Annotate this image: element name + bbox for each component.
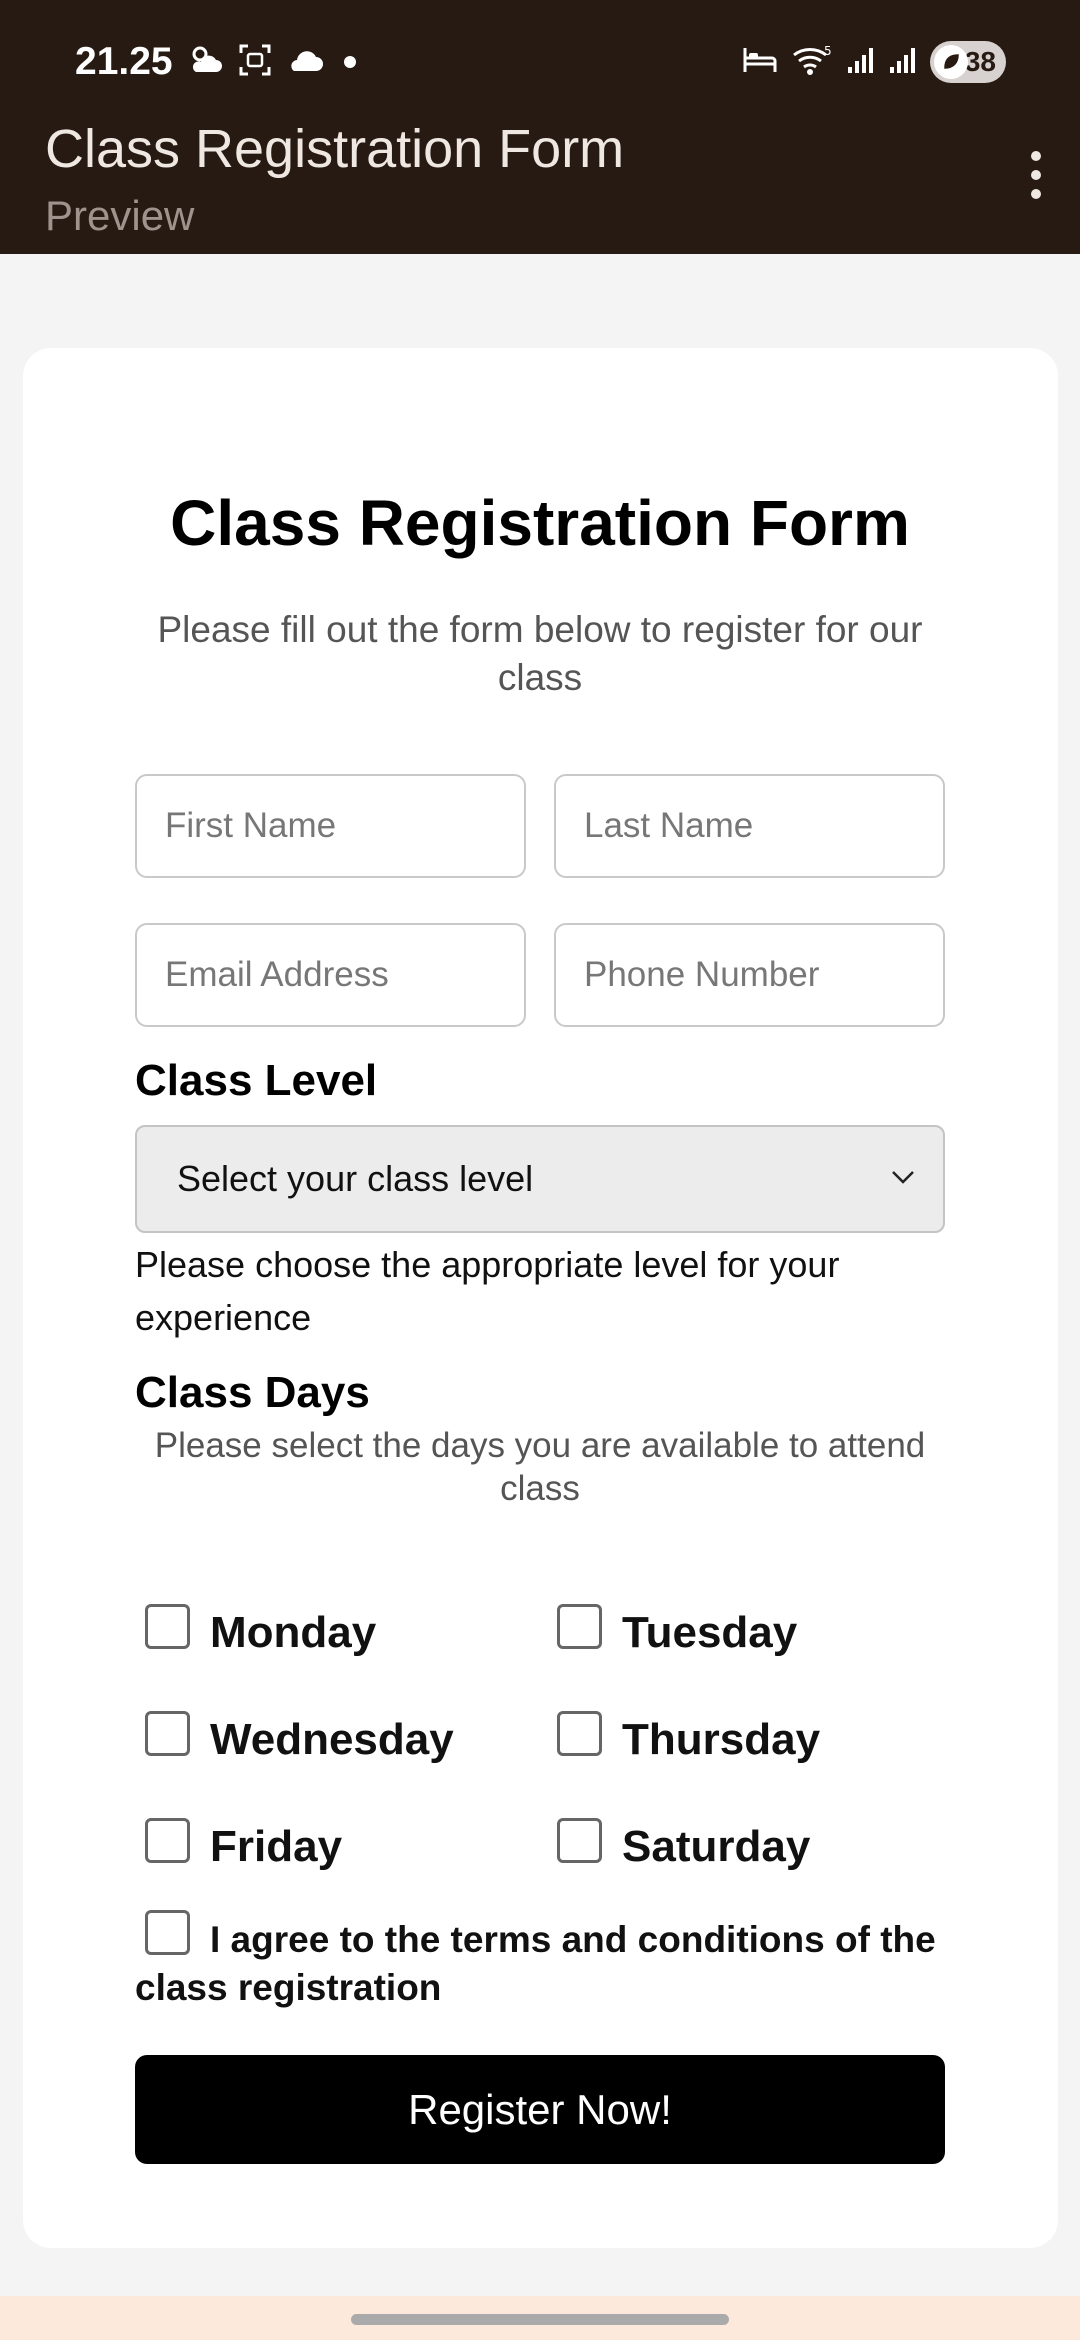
class-level-helper: Please choose the appropriate level for … xyxy=(135,1244,840,1338)
bed-icon xyxy=(742,44,778,81)
day-option-saturday[interactable]: Saturday xyxy=(557,1818,810,1874)
wifi-icon: 5 xyxy=(790,43,834,82)
class-days-helper: Please select the days you are available… xyxy=(154,1426,926,1508)
first-name-input[interactable] xyxy=(135,774,526,878)
terms-label[interactable]: I agree to the terms and conditions of t… xyxy=(135,1916,955,2012)
signal-icon xyxy=(846,45,876,80)
day-label: Saturday xyxy=(622,1822,811,1871)
class-level-select[interactable]: Select your class level xyxy=(135,1125,945,1233)
app-subtitle: Preview xyxy=(45,192,195,239)
status-time: 21.25 xyxy=(75,40,173,83)
day-label: Thursday xyxy=(622,1715,821,1764)
tuesday-checkbox[interactable] xyxy=(557,1604,602,1649)
register-button[interactable]: Register Now! xyxy=(135,2055,945,2164)
weather-icon xyxy=(188,44,224,81)
day-option-wednesday[interactable]: Wednesday xyxy=(145,1711,454,1767)
day-label: Friday xyxy=(210,1822,343,1871)
email-input[interactable] xyxy=(135,923,526,1027)
battery-saver-icon xyxy=(934,45,968,79)
day-option-monday[interactable]: Monday xyxy=(145,1604,376,1660)
cloud-icon xyxy=(286,47,324,78)
battery-indicator: 38 xyxy=(930,41,1006,83)
notification-dot-icon xyxy=(344,56,356,68)
last-name-input[interactable] xyxy=(554,774,945,878)
status-icons-right: 5 38 xyxy=(742,40,1006,84)
chevron-down-icon xyxy=(889,1168,917,1191)
phone-input[interactable] xyxy=(554,923,945,1027)
signal-icon xyxy=(888,45,918,80)
wednesday-checkbox[interactable] xyxy=(145,1711,190,1756)
battery-level: 38 xyxy=(964,46,996,77)
day-option-thursday[interactable]: Thursday xyxy=(557,1711,820,1767)
class-level-selected: Select your class level xyxy=(177,1158,534,1199)
svg-text:5: 5 xyxy=(824,44,832,58)
class-days-label: Class Days xyxy=(135,1368,370,1417)
saturday-checkbox[interactable] xyxy=(557,1818,602,1863)
app-header: 21.25 5 38 Class Registration Form Previ… xyxy=(0,0,1080,254)
day-label: Tuesday xyxy=(622,1608,798,1657)
thursday-checkbox[interactable] xyxy=(557,1711,602,1756)
screenshot-icon xyxy=(238,43,272,82)
form-title: Class Registration Form xyxy=(170,487,910,559)
day-option-tuesday[interactable]: Tuesday xyxy=(557,1604,797,1660)
friday-checkbox[interactable] xyxy=(145,1818,190,1863)
more-vert-icon xyxy=(1031,151,1041,161)
day-label: Monday xyxy=(210,1608,377,1657)
form-subtitle: Please fill out the form below to regist… xyxy=(157,609,923,698)
day-option-friday[interactable]: Friday xyxy=(145,1818,342,1874)
status-icons-left xyxy=(188,44,356,80)
more-options-button[interactable] xyxy=(1006,140,1066,210)
class-level-label: Class Level xyxy=(135,1056,378,1105)
monday-checkbox[interactable] xyxy=(145,1604,190,1649)
day-label: Wednesday xyxy=(210,1715,454,1764)
app-title: Class Registration Form xyxy=(45,119,625,179)
home-indicator[interactable] xyxy=(351,2314,729,2325)
